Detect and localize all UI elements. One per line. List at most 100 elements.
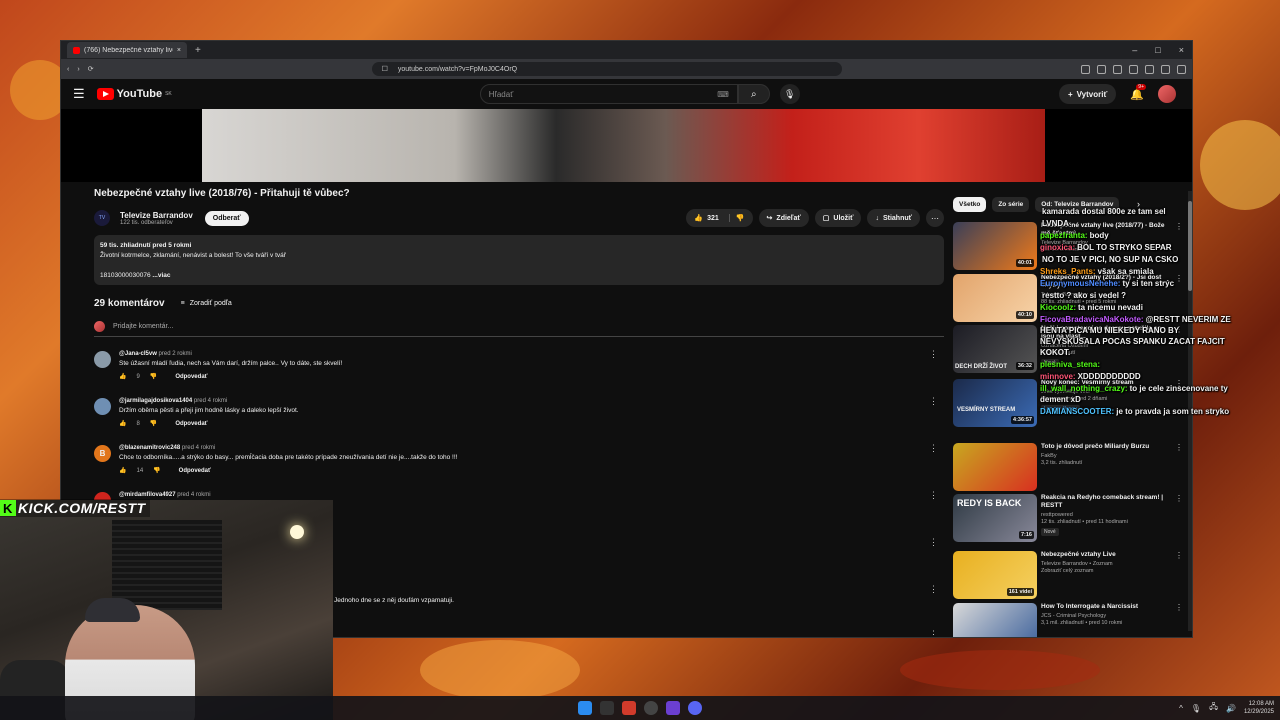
comment-author[interactable]: @mirdamfilova4927 xyxy=(119,492,176,498)
comment-menu-icon[interactable]: ⋮ xyxy=(929,490,938,501)
rec-title[interactable]: Nebezpečné vztahy Live xyxy=(1041,551,1171,559)
notifications-button[interactable]: 🔔 9+ xyxy=(1130,83,1146,101)
description-box[interactable]: 59 tis. zhliadnutí pred 5 rokmi Životní … xyxy=(94,235,944,285)
discord-icon[interactable] xyxy=(688,701,702,715)
more-actions-icon[interactable]: ⋯ xyxy=(926,209,944,227)
network-icon[interactable]: 🖧 xyxy=(1209,701,1218,715)
comment-menu-icon[interactable]: ⋮ xyxy=(929,629,938,637)
video-menu-icon[interactable]: ⋮ xyxy=(1175,603,1183,637)
comment-menu-icon[interactable]: ⋮ xyxy=(929,396,938,407)
microphone-icon[interactable]: 🎙 xyxy=(1191,704,1201,713)
add-comment-placeholder: Pridajte komentár... xyxy=(113,323,174,330)
comment-menu-icon[interactable]: ⋮ xyxy=(929,537,938,548)
like-comment-icon[interactable]: 👍 xyxy=(119,420,126,427)
rec-title[interactable]: How To Interrogate a Narcissist xyxy=(1041,603,1171,611)
reply-button[interactable]: Odpovedať xyxy=(175,421,207,427)
create-button[interactable]: + Vytvoriť xyxy=(1058,84,1117,104)
volume-icon[interactable]: 🔊 xyxy=(1226,704,1236,713)
rec-channel: FakBy xyxy=(1041,453,1057,459)
reply-button[interactable]: Odpovedať xyxy=(179,468,211,474)
extension-icon[interactable] xyxy=(1129,64,1138,74)
menu-icon[interactable] xyxy=(1177,64,1186,74)
video-thumbnail[interactable]: VESMÍRNY STREAM 4:36:57 xyxy=(953,379,1037,427)
app-icon[interactable] xyxy=(600,701,614,715)
comment-author[interactable]: @Jana-cl5vw xyxy=(119,351,157,357)
close-tab-icon[interactable]: × xyxy=(177,47,181,54)
download-button[interactable]: ↓ Stiahnuť xyxy=(867,209,920,227)
keyboard-icon[interactable]: ⌨ xyxy=(717,90,729,99)
brave-icon[interactable] xyxy=(622,701,636,715)
recommended-video[interactable]: Toto je dôvod prečo Miliardy Burzu FakBy 3… xyxy=(953,443,1183,491)
video-thumbnail[interactable]: 40:10 xyxy=(953,274,1037,322)
bookmark-icon[interactable]: ☐ xyxy=(382,65,388,73)
chevron-up-icon[interactable]: ^ xyxy=(1179,704,1183,713)
comment-author[interactable]: @jarmilagajdosikova1404 xyxy=(119,398,192,404)
video-player[interactable] xyxy=(61,109,1192,182)
video-menu-icon[interactable]: ⋮ xyxy=(1175,443,1183,491)
comment-menu-icon[interactable]: ⋮ xyxy=(929,443,938,454)
video-menu-icon[interactable]: ⋮ xyxy=(1175,551,1183,599)
search-button[interactable]: ⌕ xyxy=(737,84,770,104)
mic-button[interactable]: 🎙 xyxy=(779,84,800,104)
clock[interactable]: 12:08 AM 12/29/2025 xyxy=(1244,700,1274,716)
recommended-video[interactable]: REDY IS BACK 7:16 Reakcia na Redyho come… xyxy=(953,494,1183,542)
video-thumbnail[interactable] xyxy=(953,603,1037,637)
video-menu-icon[interactable]: ⋮ xyxy=(1175,494,1183,542)
sort-button[interactable]: ≡ Zoradiť podľa xyxy=(181,300,232,307)
like-comment-icon[interactable]: 👍 xyxy=(119,467,126,474)
channel-avatar[interactable]: TV xyxy=(94,210,110,226)
back-icon[interactable]: ‹ xyxy=(67,66,69,73)
video-thumbnail[interactable]: DECH DRŽÍ ŽIVOT 36:32 xyxy=(953,325,1037,373)
commenter-avatar[interactable] xyxy=(94,398,111,415)
comment-author[interactable]: @blazenamitrovic248 xyxy=(119,445,180,451)
add-comment-field[interactable]: Pridajte komentár... xyxy=(94,321,944,337)
extension-icon[interactable] xyxy=(1145,64,1154,74)
thumbs-down-icon[interactable]: 👎 xyxy=(728,214,745,222)
maximize-icon[interactable]: □ xyxy=(1155,45,1160,55)
app-icon[interactable] xyxy=(644,701,658,715)
video-thumbnail[interactable]: 40:01 xyxy=(953,222,1037,270)
extension-icon[interactable] xyxy=(1113,64,1122,74)
new-tab-icon[interactable]: + xyxy=(195,45,201,56)
reply-button[interactable]: Odpovedať xyxy=(175,374,207,380)
browser-tab[interactable]: (766) Nebezpečné vztahy live (2... × xyxy=(67,42,187,58)
extension-icon[interactable] xyxy=(1161,64,1170,74)
channel-name[interactable]: Televize Barrandov xyxy=(120,211,193,220)
recommended-video[interactable]: How To Interrogate a Narcissist JCS - Cri… xyxy=(953,603,1183,637)
video-thumbnail[interactable]: REDY IS BACK 7:16 xyxy=(953,494,1037,542)
comment-menu-icon[interactable]: ⋮ xyxy=(929,349,938,360)
like-button[interactable]: 👍 321 👎 xyxy=(686,209,753,227)
dislike-comment-icon[interactable]: 👎 xyxy=(153,467,160,474)
rec-title[interactable]: Toto je dôvod prečo Miliardy Burzu xyxy=(1041,443,1171,451)
subscribe-button[interactable]: Odberať xyxy=(204,210,249,226)
dislike-comment-icon[interactable]: 👎 xyxy=(150,420,157,427)
comment-menu-icon[interactable]: ⋮ xyxy=(929,584,938,595)
extension-icon[interactable] xyxy=(1081,64,1090,74)
chip-series[interactable]: Zo série xyxy=(992,197,1030,212)
rec-title[interactable]: Reakcia na Redyho comeback stream! | RES… xyxy=(1041,494,1171,510)
playlist-thumbnail[interactable]: 161 videí xyxy=(953,551,1037,599)
extension-icon[interactable] xyxy=(1097,64,1106,74)
chip-all[interactable]: Všetko xyxy=(953,197,987,212)
video-thumbnail[interactable] xyxy=(953,443,1037,491)
url-field[interactable]: ☐ youtube.com/watch?v=FpMoJ0C4OrQ xyxy=(371,62,842,76)
account-avatar[interactable] xyxy=(1158,85,1176,103)
commenter-avatar[interactable]: B xyxy=(94,445,111,462)
hamburger-menu-icon[interactable]: ☰ xyxy=(73,86,85,102)
minimize-icon[interactable]: – xyxy=(1132,45,1137,55)
dislike-comment-icon[interactable]: 👎 xyxy=(150,373,157,380)
commenter-avatar[interactable] xyxy=(94,351,111,368)
save-button[interactable]: ▢ Uložiť xyxy=(814,209,862,227)
share-button[interactable]: ↪ Zdieľať xyxy=(758,209,809,227)
reload-icon[interactable]: ⟳ xyxy=(88,65,94,73)
like-comment-icon[interactable]: 👍 xyxy=(119,373,126,380)
search-input[interactable]: Hľadať ⌨ xyxy=(479,84,738,104)
view-playlist-link[interactable]: Zobraziť celý zoznam xyxy=(1041,568,1171,575)
twitch-icon[interactable] xyxy=(666,701,680,715)
playlist-item[interactable]: 161 videí Nebezpečné vztahy Live Televize… xyxy=(953,551,1183,599)
youtube-logo[interactable]: YouTube SK xyxy=(96,88,172,100)
close-window-icon[interactable]: × xyxy=(1179,45,1184,55)
windows-start-icon[interactable] xyxy=(578,701,592,715)
forward-icon[interactable]: › xyxy=(77,66,79,73)
show-more-link[interactable]: ...viac xyxy=(152,272,170,279)
